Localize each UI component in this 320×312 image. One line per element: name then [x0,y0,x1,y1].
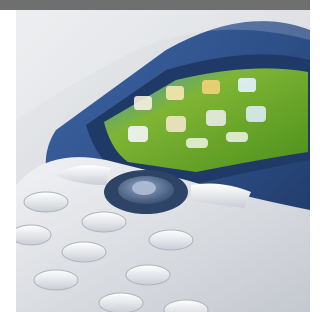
navigation-key [104,170,188,214]
mobile-phone-photo [16,10,310,312]
photo-frame [0,0,310,312]
top-border [0,0,310,10]
left-margin [0,10,16,312]
mobile-phone-icon [16,10,310,312]
